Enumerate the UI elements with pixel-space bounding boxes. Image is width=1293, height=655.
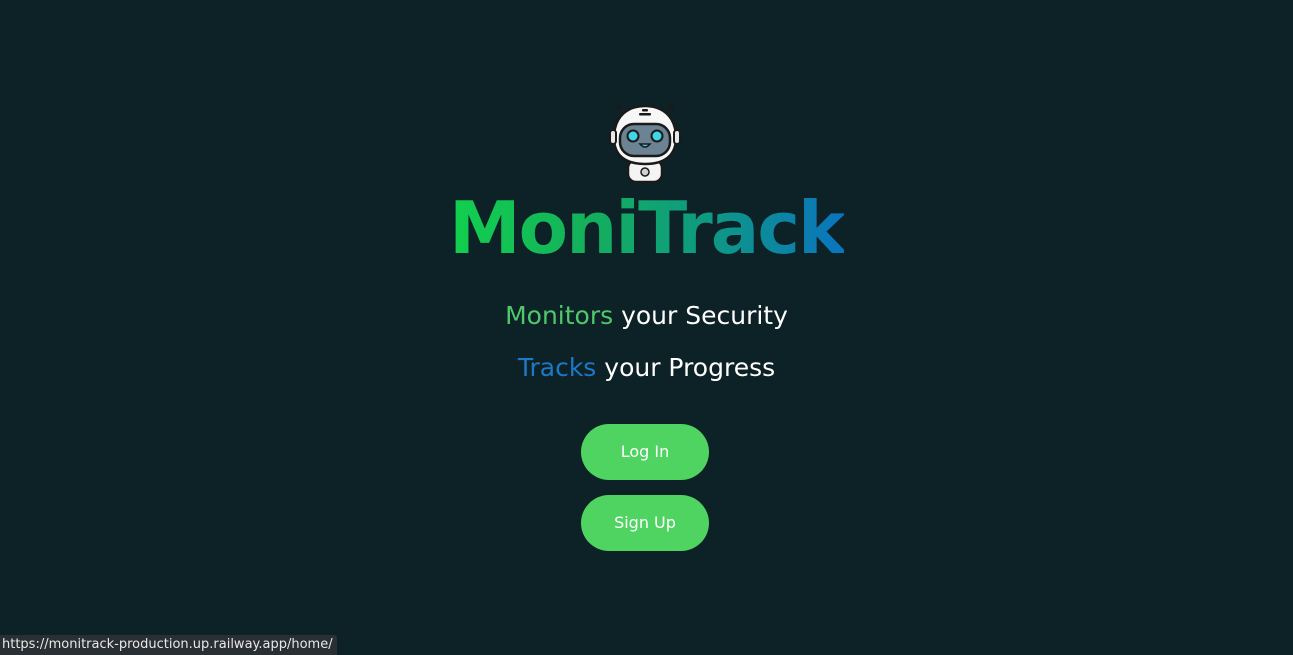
landing-page: MoniTrack Monitors your Security Tracks …: [0, 0, 1293, 655]
tagline-security-text: your Security: [613, 301, 788, 330]
status-bar-url: https://monitrack-production.up.railway.…: [0, 635, 337, 655]
robot-mascot-icon: [608, 102, 682, 186]
tagline-security: Monitors your Security: [0, 300, 1293, 332]
brand-name: MoniTrack: [449, 186, 846, 270]
signup-button[interactable]: Sign Up: [581, 495, 709, 551]
tagline-progress-text: your Progress: [596, 353, 776, 382]
tagline-security-accent: Monitors: [505, 301, 614, 330]
tagline-progress-accent: Tracks: [517, 353, 597, 382]
tagline-progress: Tracks your Progress: [0, 352, 1293, 384]
brand-title: MoniTrack: [0, 188, 1293, 268]
login-button[interactable]: Log In: [581, 424, 709, 480]
